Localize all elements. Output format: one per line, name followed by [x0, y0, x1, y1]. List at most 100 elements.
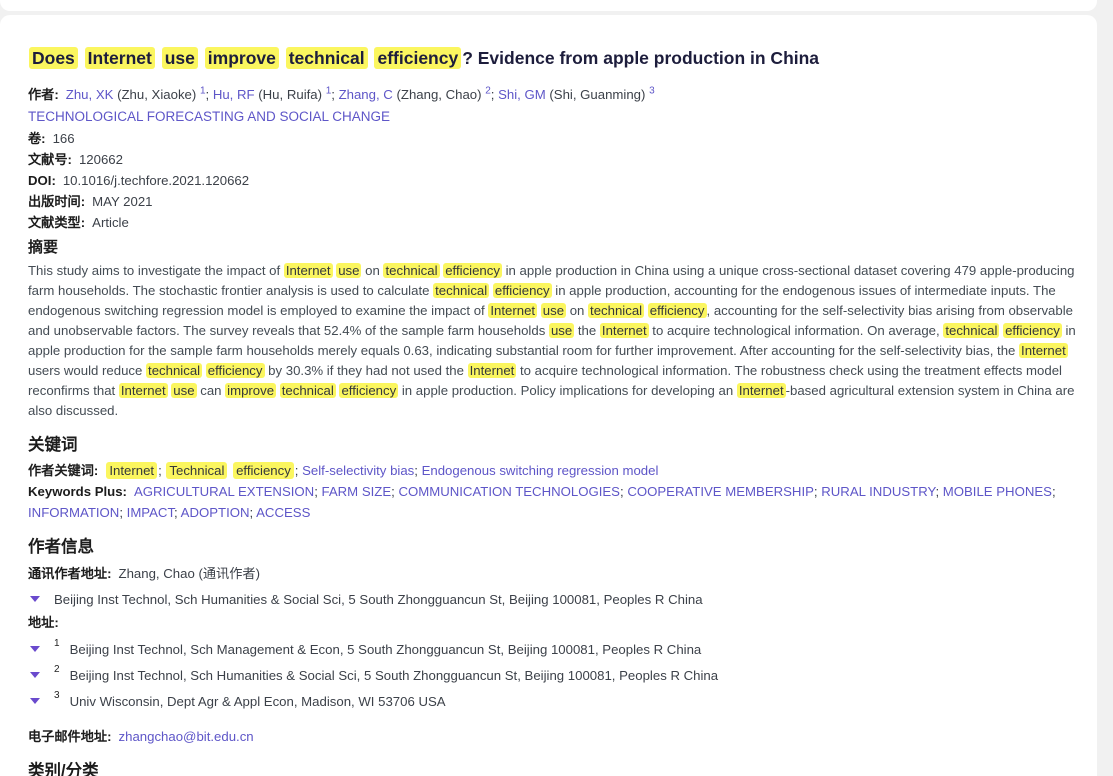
author-separator: ; [331, 87, 338, 102]
abstract-heading: 摘要 [28, 238, 1085, 258]
highlighted-term: efficiency [374, 47, 461, 69]
record-card: Does Internet use improve technical effi… [0, 15, 1097, 776]
article-title: Does Internet use improve technical effi… [28, 46, 1085, 70]
addresses-label: 地址: [28, 614, 1085, 632]
keywords-plus-link[interactable]: MOBILE PHONES [943, 484, 1052, 499]
keywords-plus-link[interactable]: INFORMATION [28, 505, 119, 520]
address-text: Univ Wisconsin, Dept Agr & Appl Econ, Ma… [70, 693, 446, 710]
highlighted-term: efficiency [233, 462, 294, 479]
previous-card-edge [0, 0, 1097, 11]
keywords-plus-link[interactable]: AGRICULTURAL EXTENSION [134, 484, 314, 499]
keywords-plus-link[interactable]: COOPERATIVE MEMBERSHIP [627, 484, 814, 499]
highlighted-term: efficiency [206, 363, 265, 378]
keywords-plus-link[interactable]: FARM SIZE [322, 484, 392, 499]
author-full-name: (Hu, Ruifa) [255, 87, 326, 102]
author-keywords-row: 作者关键词: Internet; Technical efficiency; Se… [28, 460, 1084, 481]
corresponding-address-label: 通讯作者地址: [28, 566, 112, 581]
highlighted-term: Internet [600, 323, 649, 338]
author-name-link[interactable]: Shi, GM [498, 87, 546, 102]
keyword-link[interactable]: Endogenous switching regression model [422, 463, 659, 478]
chevron-down-icon[interactable] [30, 646, 40, 652]
email-row: 电子邮件地址: zhangchao@bit.edu.cn [28, 726, 1085, 747]
metadata-block: 卷: 166 文献号: 120662 DOI: 10.1016/j.techfore.… [28, 128, 1085, 233]
author-affiliation-number[interactable]: 3 [649, 86, 655, 97]
highlighted-term: use [541, 303, 566, 318]
keywords-plus-link[interactable]: RURAL INDUSTRY [821, 484, 935, 499]
article-number-row: 文献号: 120662 [28, 149, 1085, 170]
highlighted-term: technical [286, 47, 368, 69]
author-full-name: (Shi, Guanming) [546, 87, 649, 102]
highlighted-term: Internet [737, 383, 786, 398]
chevron-down-icon[interactable] [30, 672, 40, 678]
highlighted-term: efficiency [443, 263, 502, 278]
addresses-list: 1Beijing Inst Technol, Sch Management & … [28, 641, 1085, 710]
doi-label: DOI: [28, 173, 56, 188]
volume-value: 166 [53, 131, 75, 146]
address-row: 2Beijing Inst Technol, Sch Humanities & … [28, 667, 1085, 684]
highlighted-term: Internet [488, 303, 537, 318]
keywords-plus-link[interactable]: COMMUNICATION TECHNOLOGIES [398, 484, 620, 499]
authors-label: 作者: [28, 87, 59, 102]
highlighted-term: improve [205, 47, 279, 69]
pub-date-label: 出版时间: [28, 194, 85, 209]
address-row: 3Univ Wisconsin, Dept Agr & Appl Econ, M… [28, 693, 1085, 710]
keywords-plus-list: AGRICULTURAL EXTENSION; FARM SIZE; COMMU… [28, 484, 1056, 520]
keywords-block: 作者关键词: Internet; Technical efficiency; Se… [28, 460, 1084, 523]
journal-title-link[interactable]: TECHNOLOGICAL FORECASTING AND SOCIAL CHA… [28, 108, 1085, 125]
highlighted-term: use [336, 263, 361, 278]
author-separator: ; [206, 87, 213, 102]
highlighted-term: technical [146, 363, 202, 378]
author-name-link[interactable]: Zhu, XK [66, 87, 114, 102]
author-name-link[interactable]: Zhang, C [339, 87, 393, 102]
highlighted-term: efficiency [493, 283, 552, 298]
highlighted-term: technical [588, 303, 644, 318]
author-full-name: (Zhu, Xiaoke) [113, 87, 200, 102]
keyword-separator: ; [1052, 484, 1056, 499]
highlighted-term: use [171, 383, 196, 398]
authors-list: Zhu, XK (Zhu, Xiaoke) 1; Hu, RF (Hu, Rui… [66, 87, 655, 102]
doi-value: 10.1016/j.techfore.2021.120662 [63, 173, 249, 188]
keyword-separator: ; [314, 484, 321, 499]
highlighted-term: Internet [85, 47, 155, 69]
chevron-down-icon[interactable] [30, 698, 40, 704]
address-text: Beijing Inst Technol, Sch Management & E… [70, 641, 702, 658]
pub-date-row: 出版时间: MAY 2021 [28, 191, 1085, 212]
author-keywords-list: Internet; Technical efficiency; Self-sel… [105, 463, 658, 478]
keywords-plus-link[interactable]: ACCESS [256, 505, 310, 520]
keywords-plus-link[interactable]: IMPACT [127, 505, 174, 520]
doc-type-row: 文献类型:Article [28, 212, 1085, 233]
keyword-separator: ; [119, 505, 126, 520]
highlighted-term: technical [433, 283, 489, 298]
highlighted-term: efficiency [1003, 323, 1062, 338]
article-number-value: 120662 [79, 152, 123, 167]
keyword-link[interactable]: Self-selectivity bias [302, 463, 414, 478]
highlighted-term: Internet [1019, 343, 1068, 358]
pub-date-value: MAY 2021 [92, 194, 152, 209]
keyword-separator: ; [174, 505, 181, 520]
keywords-plus-link[interactable]: ADOPTION [181, 505, 250, 520]
highlighted-term: improve [225, 383, 276, 398]
keywords-plus-row: Keywords Plus:AGRICULTURAL EXTENSION; FA… [28, 481, 1084, 523]
highlighted-term: Does [29, 47, 78, 69]
author-separator: ; [491, 87, 498, 102]
corresponding-address-text: Beijing Inst Technol, Sch Humanities & S… [54, 591, 703, 608]
author-keywords-label: 作者关键词: [28, 463, 98, 478]
author-full-name: (Zhang, Chao) [393, 87, 485, 102]
highlighted-term: efficiency [339, 383, 398, 398]
author-info-heading: 作者信息 [28, 537, 1085, 558]
highlighted-term: technical [383, 263, 439, 278]
chevron-down-icon[interactable] [30, 596, 40, 602]
highlighted-term: efficiency [648, 303, 707, 318]
highlighted-term: Internet [106, 462, 157, 479]
keywords-heading: 关键词 [28, 435, 1085, 456]
highlighted-term: technical [280, 383, 336, 398]
volume-row: 卷: 166 [28, 128, 1085, 149]
article-number-label: 文献号: [28, 152, 72, 167]
doi-row: DOI: 10.1016/j.techfore.2021.120662 [28, 170, 1085, 191]
volume-label: 卷: [28, 131, 46, 146]
highlighted-term: Internet [284, 263, 333, 278]
author-name-link[interactable]: Hu, RF [213, 87, 255, 102]
email-label: 电子邮件地址: [28, 729, 112, 744]
email-link[interactable]: zhangchao@bit.edu.cn [119, 729, 254, 744]
address-text: Beijing Inst Technol, Sch Humanities & S… [70, 667, 719, 684]
